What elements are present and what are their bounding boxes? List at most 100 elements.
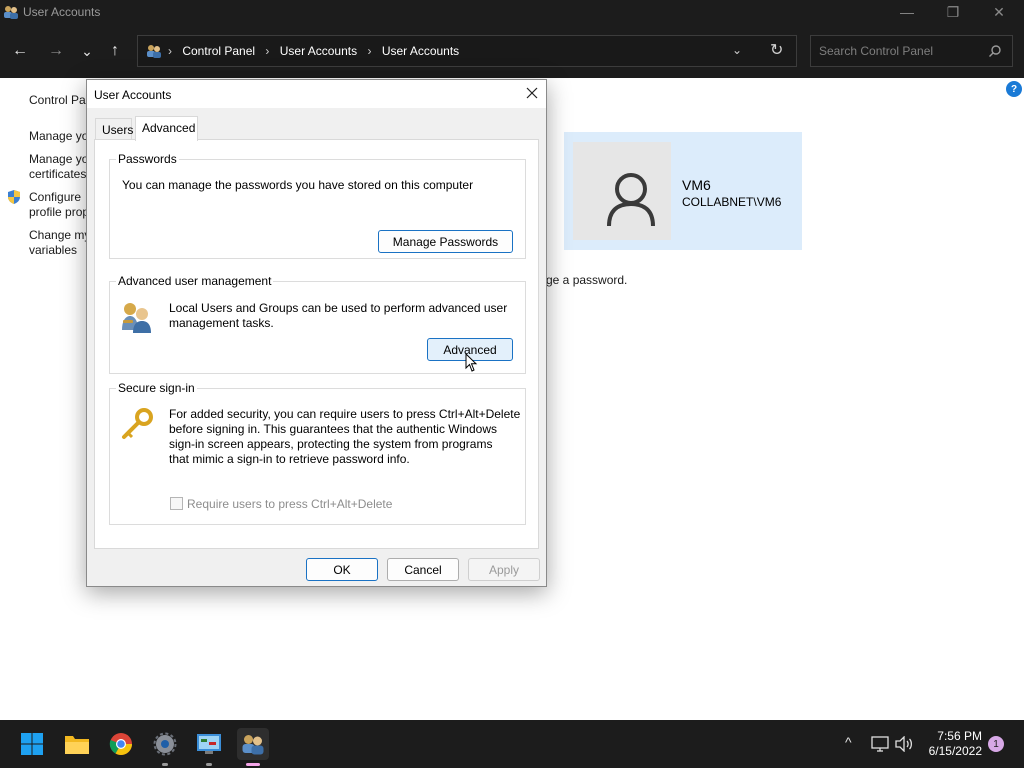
apply-button[interactable]: Apply xyxy=(468,558,540,581)
change-password-link[interactable]: ge a password. xyxy=(546,273,627,287)
arrow-left-icon: ← xyxy=(12,42,28,59)
side-link-change-env-variables-line2[interactable]: variables xyxy=(29,243,77,258)
taskbar-chrome[interactable] xyxy=(105,728,137,760)
user-name: VM6 xyxy=(682,177,711,193)
close-dialog-icon[interactable] xyxy=(524,85,540,101)
search-input[interactable]: Search Control Panel xyxy=(819,44,933,58)
notification-badge[interactable]: 1 xyxy=(988,736,1004,752)
user-accounts-icon xyxy=(4,6,18,19)
side-link-control-panel-home[interactable]: Control Pa xyxy=(29,93,86,108)
breadcrumb: › Control Panel › User Accounts › User A… xyxy=(168,44,466,58)
mouse-pointer-icon xyxy=(465,353,478,372)
secure-signin-legend: Secure sign-in xyxy=(116,381,197,395)
secure-signin-line1: For added security, you can require user… xyxy=(169,407,521,421)
up-button[interactable]: ↑ xyxy=(102,38,128,64)
user-accounts-icon xyxy=(147,45,161,58)
secure-signin-line4: that mimic a sign-in to retrieve passwor… xyxy=(169,452,410,466)
breadcrumb-separator: › xyxy=(367,44,372,58)
search-icon xyxy=(989,45,1001,57)
navigation-bar: ← → ⌄ ↑ › Control Panel › User Accounts … xyxy=(0,24,1024,78)
running-indicator xyxy=(162,763,168,766)
settings-icon xyxy=(153,732,177,756)
search-box[interactable]: Search Control Panel xyxy=(810,35,1013,67)
breadcrumb-separator: › xyxy=(265,44,270,58)
tab-users-label: Users xyxy=(102,123,134,137)
passwords-legend: Passwords xyxy=(116,152,179,166)
taskbar: ^ 7:56 PM 6/15/2022 xyxy=(0,720,1024,768)
shield-icon xyxy=(8,190,20,204)
user-silhouette-icon xyxy=(607,173,655,227)
refresh-icon[interactable]: ↻ xyxy=(770,40,783,60)
maximize-icon: ❐ xyxy=(946,3,960,20)
secure-signin-group: Secure sign-in For added security, you c… xyxy=(109,381,526,525)
passwords-group: Passwords You can manage the passwords y… xyxy=(109,152,526,259)
clock-time: 7:56 PM xyxy=(937,729,982,743)
volume-icon[interactable] xyxy=(895,736,913,752)
clock-date: 6/15/2022 xyxy=(928,744,982,758)
side-link-change-env-variables[interactable]: Change my xyxy=(29,228,90,243)
back-button[interactable]: ← xyxy=(7,38,33,64)
close-icon: ✕ xyxy=(993,3,1005,20)
side-link-manage-certificates[interactable]: Manage yo xyxy=(29,152,88,167)
show-hidden-icons-button[interactable]: ^ xyxy=(845,734,852,750)
taskbar-control-panel[interactable] xyxy=(193,728,225,760)
advanced-mgmt-description-line1: Local Users and Groups can be used to pe… xyxy=(169,301,508,315)
taskbar-user-accounts[interactable] xyxy=(237,728,269,760)
address-dropdown-icon[interactable]: ⌄ xyxy=(732,43,742,57)
active-indicator xyxy=(246,763,260,766)
require-ctrl-alt-del-checkbox[interactable] xyxy=(170,497,183,510)
dialog-title-bar: User Accounts xyxy=(87,80,546,108)
apply-label: Apply xyxy=(488,562,520,577)
side-link-configure-profile[interactable]: Configure xyxy=(29,190,81,205)
ok-label: OK xyxy=(333,562,351,577)
control-panel-icon xyxy=(197,734,221,754)
address-bar[interactable]: › Control Panel › User Accounts › User A… xyxy=(137,35,797,67)
taskbar-file-explorer[interactable] xyxy=(61,728,93,760)
manage-passwords-label: Manage Passwords xyxy=(392,234,499,249)
arrow-right-icon: → xyxy=(48,42,64,59)
chrome-icon xyxy=(109,733,132,755)
user-accounts-icon xyxy=(242,735,264,755)
secure-signin-line3: sign-in screen appears, protecting the s… xyxy=(169,437,493,451)
key-icon xyxy=(122,408,153,439)
help-button[interactable]: ? xyxy=(1006,81,1022,97)
breadcrumb-control-panel[interactable]: Control Panel xyxy=(182,44,255,58)
tab-advanced-label: Advanced xyxy=(142,121,196,135)
side-link-configure-profile-line2[interactable]: profile prop xyxy=(29,205,89,220)
minimize-icon: — xyxy=(900,4,914,20)
tab-advanced[interactable]: Advanced xyxy=(135,116,198,141)
notification-count: 1 xyxy=(993,738,999,750)
tab-users[interactable]: Users xyxy=(95,118,134,140)
forward-button[interactable]: → xyxy=(43,38,69,64)
secure-signin-line2: before signing in. This guarantees that … xyxy=(169,422,497,436)
chevron-down-icon: ⌄ xyxy=(81,42,93,59)
advanced-tab-panel: Passwords You can manage the passwords y… xyxy=(94,139,539,549)
avatar xyxy=(573,142,671,240)
minimize-button[interactable]: — xyxy=(884,0,930,24)
network-icon[interactable] xyxy=(871,736,889,752)
recent-locations-button[interactable]: ⌄ xyxy=(74,38,100,64)
ok-button[interactable]: OK xyxy=(306,558,378,581)
require-ctrl-alt-del-label: Require users to press Ctrl+Alt+Delete xyxy=(187,497,393,511)
close-window-button[interactable]: ✕ xyxy=(976,0,1022,24)
manage-passwords-button[interactable]: Manage Passwords xyxy=(378,230,513,253)
cancel-button[interactable]: Cancel xyxy=(387,558,459,581)
side-link-manage-credentials[interactable]: Manage yo xyxy=(29,129,88,144)
breadcrumb-user-accounts[interactable]: User Accounts xyxy=(280,44,357,58)
chevron-up-icon: ^ xyxy=(845,734,852,750)
window-title: User Accounts xyxy=(23,5,101,19)
maximize-button[interactable]: ❐ xyxy=(930,0,976,24)
dialog-title: User Accounts xyxy=(94,88,172,102)
breadcrumb-user-accounts-current[interactable]: User Accounts xyxy=(382,44,459,58)
users-groups-icon xyxy=(122,303,151,333)
advanced-mgmt-description-line2: management tasks. xyxy=(169,316,274,330)
advanced-user-management-group: Advanced user management Local Users and… xyxy=(109,274,526,374)
start-button[interactable] xyxy=(16,728,48,760)
clock[interactable]: 7:56 PM 6/15/2022 xyxy=(920,729,982,759)
cancel-label: Cancel xyxy=(404,562,442,577)
user-card: VM6 COLLABNET\VM6 xyxy=(564,132,802,250)
taskbar-settings[interactable] xyxy=(149,728,181,760)
side-link-manage-certificates-line2[interactable]: certificates xyxy=(29,167,86,182)
advanced-mgmt-legend: Advanced user management xyxy=(116,274,274,288)
passwords-description: You can manage the passwords you have st… xyxy=(122,178,474,192)
